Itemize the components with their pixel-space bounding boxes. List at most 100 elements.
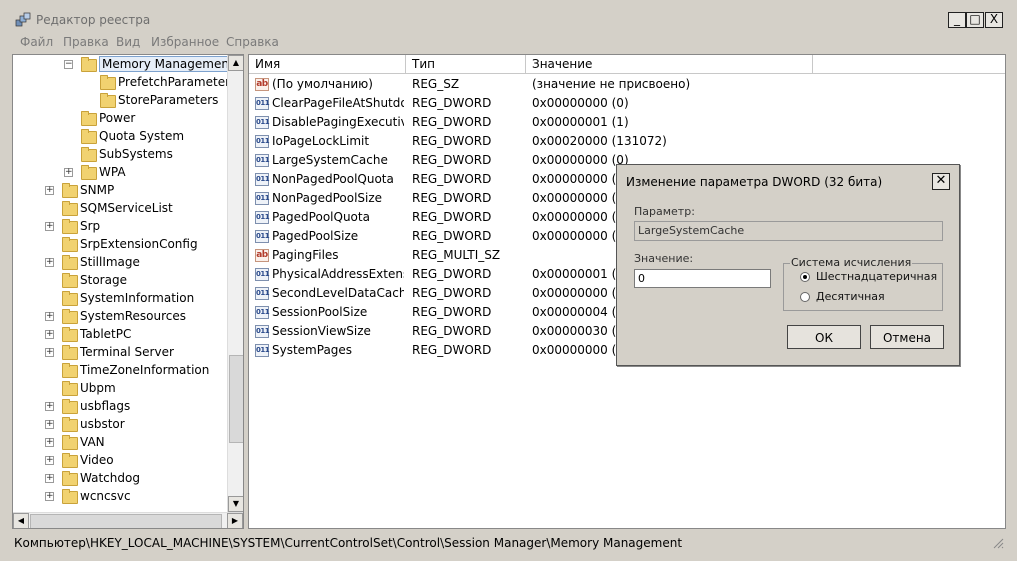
menu-edit[interactable]: Правка <box>63 35 109 49</box>
minimize-button[interactable]: _ <box>948 12 966 28</box>
expand-icon[interactable]: + <box>45 492 54 501</box>
menu-help[interactable]: Справка <box>226 35 279 49</box>
tree-item[interactable]: + VAN <box>13 434 227 452</box>
tree-item[interactable]: + usbflags <box>13 398 227 416</box>
tree-item[interactable]: − Memory Management <box>13 56 237 74</box>
tree-item-label[interactable]: SubSystems <box>99 147 173 161</box>
scroll-up-arrow-icon[interactable]: ▲ <box>228 55 243 71</box>
radio-decimal[interactable] <box>800 292 810 302</box>
expand-icon[interactable]: + <box>64 168 73 177</box>
tree-item[interactable]: SubSystems <box>13 146 227 164</box>
tree-item-label[interactable]: SystemInformation <box>80 291 194 305</box>
tree-item-label[interactable]: Watchdog <box>80 471 140 485</box>
tree-item-label[interactable]: TimeZoneInformation <box>80 363 209 377</box>
list-row[interactable]: 011 IoPageLockLimit REG_DWORD 0x00020000 (1… <box>249 132 1005 151</box>
tree-item[interactable]: + SNMP <box>13 182 227 200</box>
expand-icon[interactable]: + <box>45 420 54 429</box>
tree-item-label[interactable]: TabletPC <box>80 327 131 341</box>
tree-item-label[interactable]: usbstor <box>80 417 125 431</box>
key-tree-pane[interactable]: − Memory Management PrefetchParameters Stor… <box>12 54 244 529</box>
expand-icon[interactable]: + <box>45 186 54 195</box>
expand-icon[interactable]: + <box>45 456 54 465</box>
expand-icon[interactable]: + <box>45 258 54 267</box>
tree-item-label[interactable]: StoreParameters <box>118 93 218 107</box>
radio-hexadecimal-label[interactable]: Шестнадцатеричная <box>816 270 937 283</box>
menu-favorites[interactable]: Избранное <box>151 35 219 49</box>
list-row[interactable]: 011ClearPageFileAtShutdo... REG_DWORD 0x00… <box>249 94 1005 113</box>
tree-hscroll-thumb[interactable] <box>30 514 222 528</box>
menu-view[interactable]: Вид <box>116 35 140 49</box>
tree-item-label[interactable]: WPA <box>99 165 126 179</box>
tree-item-label[interactable]: Quota System <box>99 129 184 143</box>
tree-item[interactable]: + TabletPC <box>13 326 227 344</box>
tree-item-label[interactable]: Terminal Server <box>80 345 174 359</box>
tree-item-label[interactable]: Srp <box>80 219 100 233</box>
value-data: 0x00000000 (0) <box>532 96 629 110</box>
column-type-header[interactable]: Тип <box>406 55 526 73</box>
column-name-header[interactable]: Имя <box>249 55 406 73</box>
radio-hexadecimal[interactable] <box>800 272 810 282</box>
tree-item-label[interactable]: Power <box>99 111 135 125</box>
cancel-button[interactable]: Отмена <box>870 325 944 349</box>
tree-item[interactable]: + Watchdog <box>13 470 227 488</box>
tree-item-label[interactable]: PrefetchParameters <box>118 75 236 89</box>
expand-icon[interactable]: + <box>45 222 54 231</box>
tree-item-label[interactable]: Ubpm <box>80 381 116 395</box>
maximize-button[interactable]: □ <box>966 12 984 28</box>
tree-item-label[interactable]: Storage <box>80 273 127 287</box>
expand-icon[interactable]: + <box>45 474 54 483</box>
expand-icon[interactable]: + <box>45 312 54 321</box>
value-data-input[interactable] <box>634 269 771 288</box>
tree-item-label[interactable]: Memory Management <box>99 56 237 72</box>
list-row[interactable]: ab (По умолчанию) REG_SZ (значение не присв… <box>249 75 1005 94</box>
tree-item[interactable]: + wcncsvc <box>13 488 227 506</box>
tree-item-label[interactable]: SrpExtensionConfig <box>80 237 198 251</box>
tree-horizontal-scrollbar[interactable]: ◀ ▶ <box>13 512 243 528</box>
tree-item-label[interactable]: usbflags <box>80 399 130 413</box>
dialog-close-button[interactable]: ✕ <box>932 173 950 190</box>
tree-item-label[interactable]: Video <box>80 453 114 467</box>
folder-icon <box>62 453 78 468</box>
ok-button[interactable]: ОК <box>787 325 861 349</box>
tree-item[interactable]: SystemInformation <box>13 290 227 308</box>
tree-item[interactable]: + usbstor <box>13 416 227 434</box>
tree-item[interactable]: Power <box>13 110 227 128</box>
tree-item[interactable]: + WPA <box>13 164 227 182</box>
tree-item-label[interactable]: SystemResources <box>80 309 186 323</box>
tree-item[interactable]: + Srp <box>13 218 227 236</box>
close-button[interactable]: X <box>985 12 1003 28</box>
tree-item-label[interactable]: StillImage <box>80 255 140 269</box>
scroll-left-arrow-icon[interactable]: ◀ <box>13 513 29 528</box>
tree-item-label[interactable]: SQMServiceList <box>80 201 173 215</box>
scroll-right-arrow-icon[interactable]: ▶ <box>227 513 243 528</box>
tree-item[interactable]: Storage <box>13 272 227 290</box>
tree-item-label[interactable]: SNMP <box>80 183 114 197</box>
scroll-down-arrow-icon[interactable]: ▼ <box>228 496 243 512</box>
expand-icon[interactable]: + <box>45 330 54 339</box>
tree-item[interactable]: StoreParameters <box>13 92 227 110</box>
tree-item[interactable]: + SystemResources <box>13 308 227 326</box>
tree-item[interactable]: PrefetchParameters <box>13 74 236 92</box>
radio-decimal-label[interactable]: Десятичная <box>816 290 885 303</box>
tree-item[interactable]: + StillImage <box>13 254 227 272</box>
tree-vertical-scrollbar[interactable]: ▲ ▼ <box>227 55 243 512</box>
expand-icon[interactable]: + <box>45 348 54 357</box>
tree-item[interactable]: SrpExtensionConfig <box>13 236 227 254</box>
binary-value-icon: 011 <box>255 325 270 338</box>
tree-item[interactable]: + Video <box>13 452 227 470</box>
tree-item[interactable]: Ubpm <box>13 380 227 398</box>
tree-vscroll-thumb[interactable] <box>229 355 243 443</box>
expand-icon[interactable]: + <box>45 402 54 411</box>
tree-item[interactable]: TimeZoneInformation <box>13 362 227 380</box>
resize-grip-icon[interactable] <box>992 537 1004 549</box>
tree-item[interactable]: Quota System <box>13 128 227 146</box>
tree-item-label[interactable]: wcncsvc <box>80 489 131 503</box>
column-value-header[interactable]: Значение <box>526 55 813 73</box>
expand-icon[interactable]: + <box>45 438 54 447</box>
collapse-icon[interactable]: − <box>64 60 73 69</box>
tree-item[interactable]: + Terminal Server <box>13 344 227 362</box>
menu-file[interactable]: Файл <box>20 35 53 49</box>
tree-item-label[interactable]: VAN <box>80 435 105 449</box>
list-row[interactable]: 011 DisablePagingExecutive REG_DWORD 0x0000… <box>249 113 1005 132</box>
tree-item[interactable]: SQMServiceList <box>13 200 227 218</box>
